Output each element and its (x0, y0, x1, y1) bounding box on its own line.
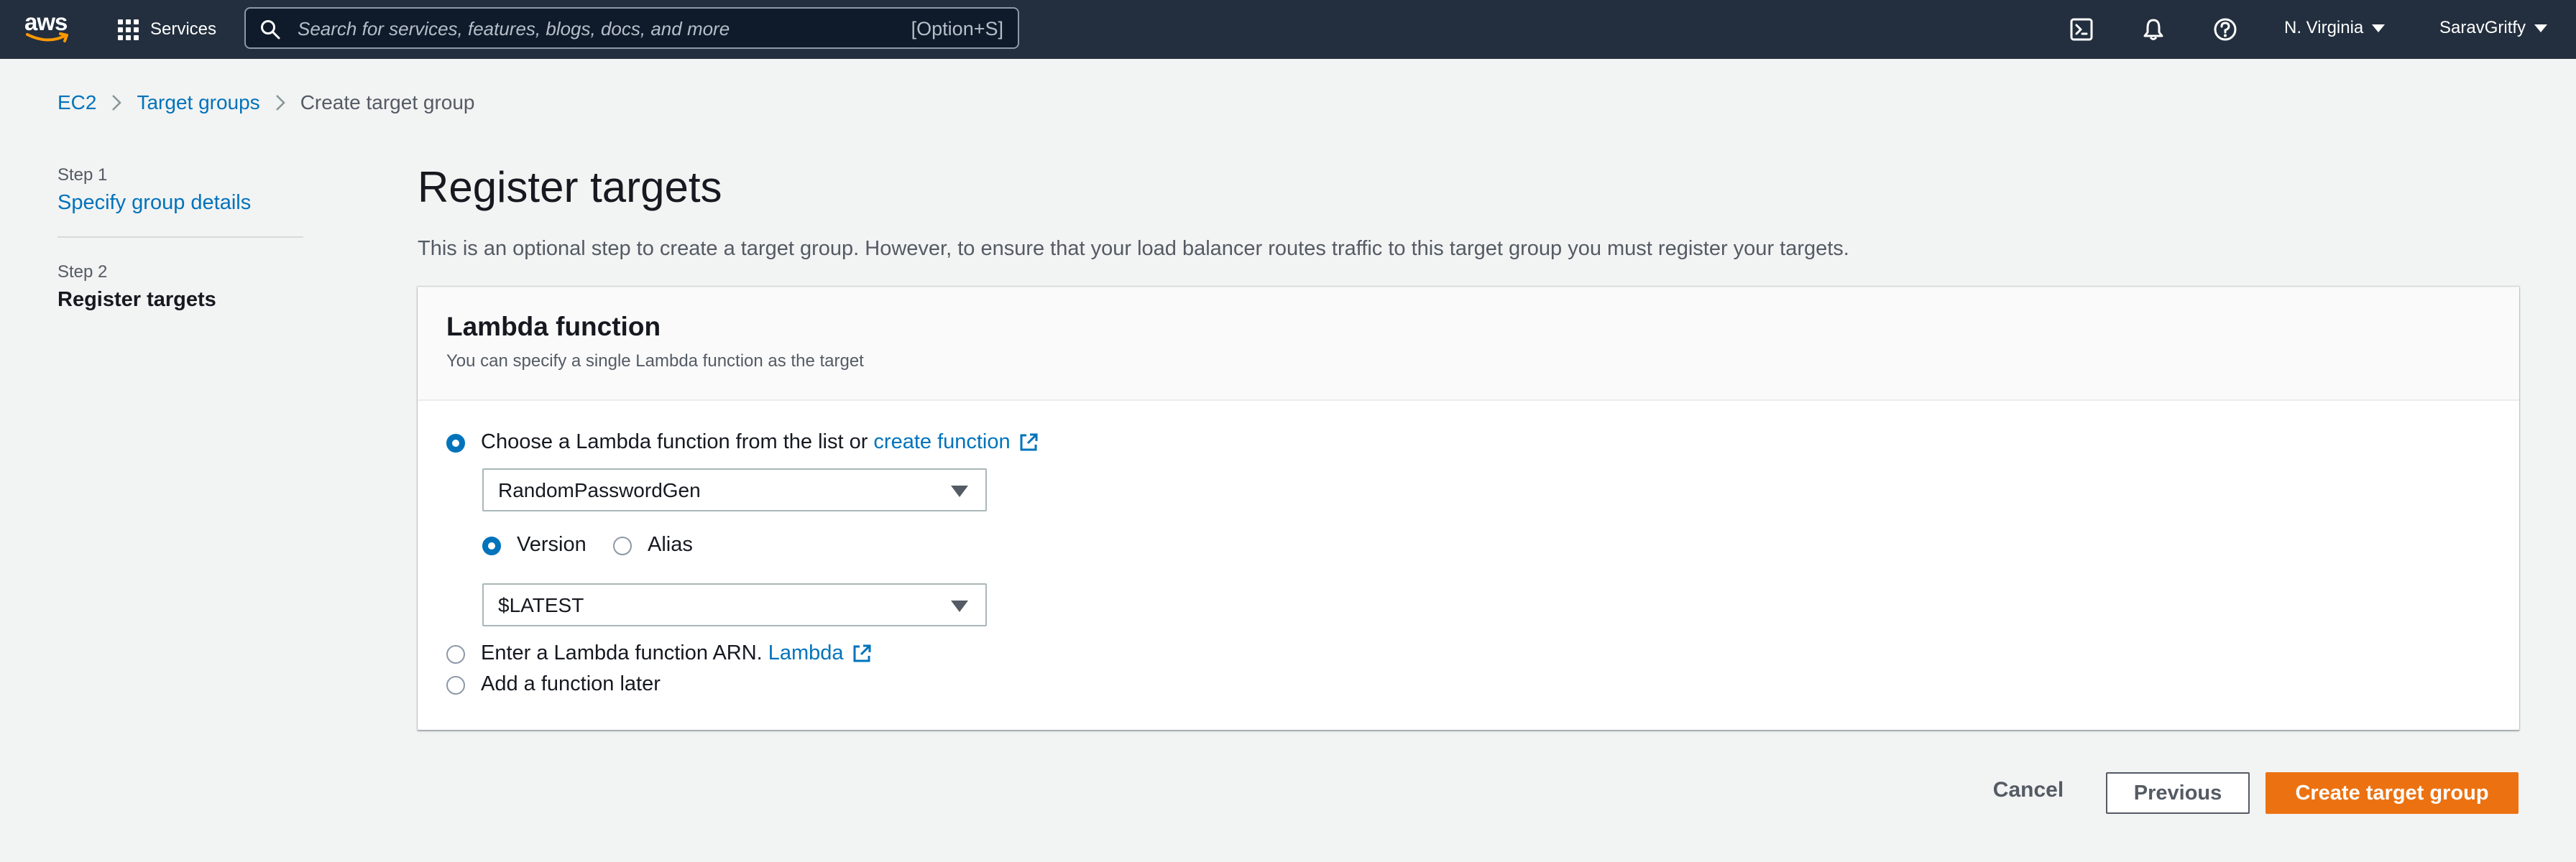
page-description: This is an optional step to create a tar… (418, 237, 1849, 260)
dropdown-arrow-icon (951, 601, 968, 612)
option-choose-from-list: Choose a Lambda function from the list o… (481, 430, 1039, 454)
aws-logo[interactable]: aws (24, 10, 70, 45)
lambda-function-select[interactable]: RandomPasswordGen (482, 468, 987, 511)
caret-down-icon (2372, 24, 2386, 32)
panel-subtitle: You can specify a single Lambda function… (446, 351, 864, 371)
version-label: Version (517, 533, 586, 556)
aws-smile-icon (26, 32, 68, 42)
cancel-button[interactable]: Cancel (1977, 769, 2080, 812)
search-icon (261, 20, 280, 40)
breadcrumb: EC2 Target groups Create target group (58, 91, 475, 114)
create-function-link-label: create function (873, 430, 1011, 453)
radio-add-later[interactable] (446, 676, 465, 695)
radio-alias[interactable] (613, 537, 632, 555)
step-divider (58, 236, 303, 238)
page-title: Register targets (418, 163, 722, 211)
dropdown-arrow-icon (951, 486, 968, 497)
lambda-function-select-value: RandomPasswordGen (498, 479, 701, 501)
step-1-link[interactable]: Specify group details (58, 191, 303, 215)
lambda-function-panel: Lambda function You can specify a single… (418, 287, 2519, 730)
search-input[interactable] (296, 9, 874, 49)
cloudshell-icon[interactable] (2067, 15, 2096, 44)
option-choose-from-list-label: Choose a Lambda function from the list o… (481, 430, 868, 453)
version-select[interactable]: $LATEST (482, 583, 987, 626)
bell-icon[interactable] (2139, 15, 2168, 44)
external-link-icon (853, 644, 871, 662)
grid-icon (118, 19, 139, 40)
option-enter-arn: Enter a Lambda function ARN. Lambda (481, 641, 873, 665)
create-function-link[interactable]: create function (873, 430, 1039, 454)
services-label: Services (150, 19, 217, 39)
lambda-link-label: Lambda (768, 641, 844, 664)
create-target-group-button[interactable]: Create target group (2266, 772, 2518, 814)
caret-down-icon (2534, 24, 2548, 32)
option-enter-arn-label: Enter a Lambda function ARN. (481, 641, 763, 664)
breadcrumb-ec2[interactable]: EC2 (58, 91, 96, 114)
step-2-label: Register targets (58, 288, 216, 311)
radio-version[interactable] (482, 537, 501, 555)
radio-choose-from-list[interactable] (446, 434, 465, 453)
search-shortcut-hint: [Option+S] (911, 18, 1003, 40)
breadcrumb-target-groups[interactable]: Target groups (137, 91, 259, 114)
region-label: N. Virginia (2284, 18, 2364, 37)
panel-header: Lambda function You can specify a single… (418, 287, 2519, 401)
wizard-steps: Step 1 Specify group details Step 2 Regi… (58, 165, 303, 312)
region-selector[interactable]: N. Virginia (2284, 18, 2386, 38)
option-add-later-label: Add a function later (481, 672, 661, 695)
top-navigation: aws Services [Option+S] N. Virginia (0, 0, 2576, 59)
aws-logo-text: aws (24, 9, 68, 35)
previous-button[interactable]: Previous (2106, 772, 2250, 814)
step-1-number: Step 1 (58, 165, 108, 185)
services-menu-button[interactable]: Services (118, 16, 216, 43)
account-label: SaravGritfy (2439, 18, 2526, 37)
search-bar[interactable]: [Option+S] (244, 7, 1019, 49)
alias-label: Alias (648, 533, 693, 556)
step-2-number: Step 2 (58, 262, 108, 282)
lambda-link[interactable]: Lambda (768, 641, 873, 665)
chevron-right-icon (275, 95, 285, 111)
external-link-icon (1020, 433, 1038, 450)
account-menu[interactable]: SaravGritfy (2439, 18, 2548, 38)
version-select-value: $LATEST (498, 594, 584, 616)
help-icon[interactable] (2211, 15, 2240, 44)
panel-title: Lambda function (446, 312, 661, 341)
breadcrumb-current: Create target group (300, 91, 475, 113)
radio-enter-arn[interactable] (446, 645, 465, 664)
chevron-right-icon (112, 95, 122, 111)
